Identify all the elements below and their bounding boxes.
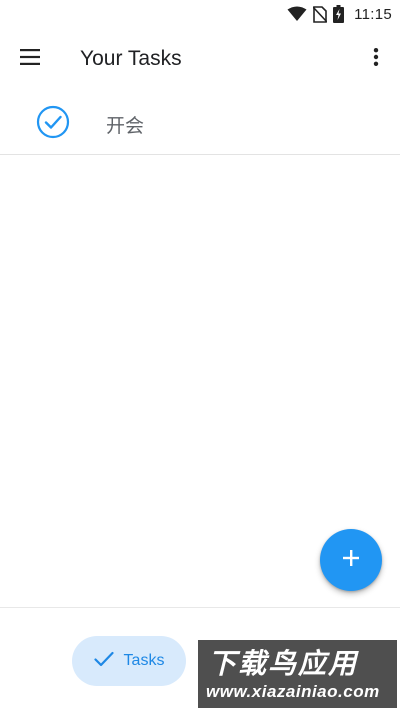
status-bar: 11:15 [0,0,400,28]
hamburger-menu-icon [20,48,40,70]
add-task-button[interactable] [320,529,382,591]
more-vertical-icon [373,47,379,71]
task-list-item[interactable]: 开会 [0,94,400,155]
app-bar: Your Tasks [0,28,400,90]
watermark-title: 下载鸟应用 [208,647,359,680]
watermark-logo: 下载鸟应用 www.xiazainiao.com [198,640,397,708]
nav-item-label: Tasks [123,652,165,669]
check-icon [93,651,114,672]
status-time: 11:15 [354,5,392,23]
no-sim-icon [313,5,328,23]
nav-item-tasks[interactable]: Tasks [72,636,186,686]
more-options-button[interactable] [352,29,400,89]
screen: 11:15 Your Tasks 开会 Tasks 下载鸟应用 www.xiaz… [0,0,400,711]
battery-charging-icon [333,5,345,23]
plus-icon [342,549,360,572]
menu-button[interactable] [0,29,60,89]
page-title: Your Tasks [80,47,182,70]
check-circle-icon [36,105,70,144]
wifi-icon [287,6,307,22]
task-complete-toggle[interactable] [36,105,70,144]
watermark-url: www.xiazainiao.com [206,682,380,701]
task-title: 开会 [106,114,145,137]
